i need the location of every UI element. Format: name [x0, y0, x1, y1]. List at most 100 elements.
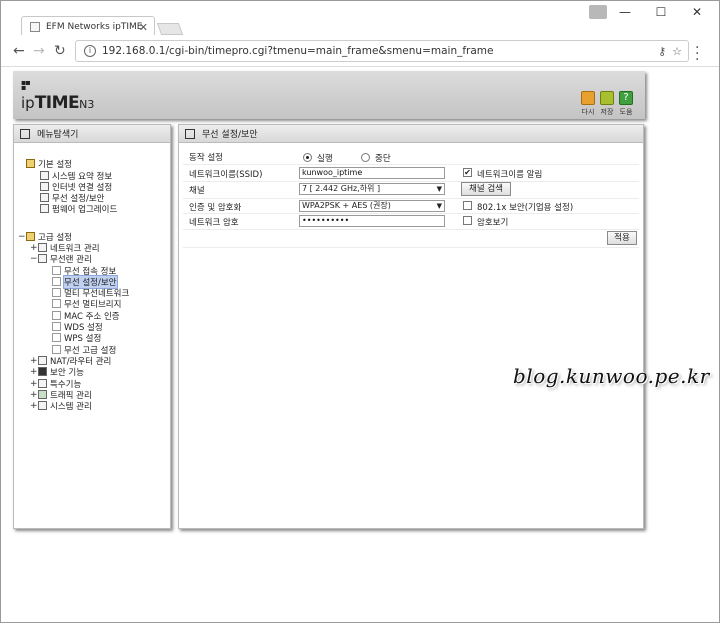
auth-select[interactable]: WPA2PSK + AES (권장) ▼ — [299, 200, 445, 212]
back-arrow-icon[interactable]: ← — [13, 43, 25, 59]
tree-item-system-summary[interactable]: 시스템 요약 정보 — [40, 170, 112, 182]
tree-network-management[interactable]: + 네트워크 관리 — [30, 242, 100, 254]
password-input[interactable]: •••••••••• — [299, 215, 445, 227]
page-icon — [52, 333, 61, 342]
logo-dots-icon: ▪▪ ▪ — [21, 78, 31, 92]
lock-icon — [38, 367, 47, 376]
page-icon — [52, 277, 61, 286]
save-icon[interactable] — [600, 91, 614, 105]
auth-select-value: WPA2PSK + AES (권장) — [302, 201, 391, 210]
menu-explorer-panel: 메뉴탐색기 기본 설정 시스템 요약 정보 인터넷 연결 설정 무선 설정/보안… — [13, 124, 171, 529]
browser-titlebar: EFM Networks ipTIME N ✕ — ☐ ✕ — [1, 1, 719, 36]
dropdown-arrow-icon: ▼ — [436, 185, 442, 193]
tree-item-wireless-basic[interactable]: 무선 설정/보안 — [40, 192, 105, 204]
wireless-settings-panel: 무선 설정/보안 동작 설정 실행 중단 네트워크이름(SSID) kunwoo… — [178, 124, 644, 529]
menu-kebab-icon[interactable]: · · · — [695, 41, 699, 67]
minimize-button[interactable]: — — [615, 5, 635, 19]
apply-button[interactable]: 적용 — [607, 231, 637, 245]
gear-folder-icon — [26, 159, 35, 168]
favicon-icon — [30, 21, 40, 32]
tree-item-firmware[interactable]: 펌웨어 업그레이드 — [40, 203, 117, 215]
operation-label: 동작 설정 — [189, 153, 223, 163]
tree-item-mac-auth[interactable]: MAC 주소 인증 — [52, 310, 120, 322]
browser-tab[interactable]: EFM Networks ipTIME N ✕ — [21, 16, 155, 36]
tree-item-wireless-security[interactable]: 무선 설정/보안 — [52, 274, 118, 289]
menu-explorer-header: 메뉴탐색기 — [14, 125, 170, 143]
reload-icon[interactable]: ↻ — [54, 43, 66, 59]
router-header: ▪▪ ▪ ipTIMEN3 다시 저장 ? 도움 — [13, 71, 645, 119]
wireless-icon — [40, 193, 49, 202]
tree-item-wds[interactable]: WDS 설정 — [52, 321, 103, 333]
tree-security[interactable]: + 보안 기능 — [30, 366, 84, 378]
ssid-broadcast-label: 네트워크이름 알림 — [477, 170, 543, 180]
tree-item-internet[interactable]: 인터넷 연결 설정 — [40, 181, 112, 193]
url-text[interactable]: 192.168.0.1/cgi-bin/timepro.cgi?tmenu=ma… — [102, 45, 658, 57]
page-title: 무선 설정/보안 — [202, 130, 258, 140]
menu-explorer-title: 메뉴탐색기 — [37, 130, 79, 140]
operation-run-radio[interactable] — [303, 153, 312, 162]
dot1x-checkbox[interactable] — [463, 201, 472, 210]
maximize-button[interactable]: ☐ — [651, 5, 671, 19]
channel-label: 채널 — [189, 186, 205, 196]
page-icon — [52, 345, 61, 354]
info-icon[interactable]: i — [84, 45, 96, 57]
traffic-chart-icon — [38, 390, 47, 399]
tree-item-wireless-info[interactable]: 무선 접속 정보 — [52, 265, 116, 277]
channel-select-value: 7 [ 2.442 GHz,하위 ] — [302, 184, 381, 193]
special-icon — [38, 379, 47, 388]
tree-item-wps[interactable]: WPS 설정 — [52, 332, 101, 344]
close-window-button[interactable]: ✕ — [687, 5, 707, 19]
ssid-input[interactable]: kunwoo_iptime — [299, 167, 445, 179]
save-label: 저장 — [600, 108, 614, 116]
search-icon — [20, 128, 30, 139]
network-management-icon — [38, 243, 47, 252]
tree-basic-settings[interactable]: 기본 설정 — [26, 158, 72, 170]
channel-search-button[interactable]: 채널 검색 — [461, 182, 511, 196]
refresh-label: 다시 — [581, 108, 595, 116]
page-content: ▪▪ ▪ ipTIMEN3 다시 저장 ? 도움 메뉴탐색기 기본 설정 시스템 … — [1, 68, 719, 622]
address-bar[interactable]: i 192.168.0.1/cgi-bin/timepro.cgi?tmenu=… — [75, 40, 689, 62]
router-icon — [38, 356, 47, 365]
iptime-logo: ipTIMEN3 — [21, 93, 95, 113]
tree-system[interactable]: + 시스템 관리 — [30, 400, 92, 412]
help-label: 도움 — [619, 108, 633, 116]
wireless-icon — [38, 254, 47, 263]
dot1x-label: 802.1x 보안(기업용 설정) — [477, 203, 574, 213]
page-icon — [52, 266, 61, 275]
tree-traffic[interactable]: + 트래픽 관리 — [30, 389, 92, 401]
tab-close-icon[interactable]: ✕ — [139, 21, 148, 34]
page-icon — [52, 322, 61, 331]
tree-advanced-settings[interactable]: − 고급 설정 — [18, 231, 72, 243]
star-icon[interactable]: ☆ — [672, 45, 682, 58]
forward-arrow-icon[interactable]: → — [33, 43, 45, 59]
tree-special[interactable]: + 특수기능 — [30, 378, 81, 390]
row-divider — [183, 198, 639, 199]
new-tab-button[interactable] — [156, 23, 184, 35]
help-icon[interactable]: ? — [619, 91, 633, 105]
profile-icon[interactable] — [589, 5, 607, 19]
page-icon — [52, 311, 61, 320]
operation-stop-radio[interactable] — [361, 153, 370, 162]
network-icon — [40, 182, 49, 191]
key-icon[interactable]: ⚷ — [658, 45, 666, 58]
tab-title: EFM Networks ipTIME N — [46, 21, 142, 32]
row-divider — [183, 247, 639, 248]
blog-watermark: blog.kunwoo.pe.kr — [513, 364, 710, 388]
operation-run-label: 실행 — [317, 154, 333, 164]
row-divider — [183, 181, 639, 182]
chart-icon — [40, 171, 49, 180]
tree-nat-router[interactable]: + NAT/라우터 관리 — [30, 355, 111, 367]
show-password-checkbox[interactable] — [463, 216, 472, 225]
tree-item-wireless-advanced[interactable]: 무선 고급 설정 — [52, 344, 116, 356]
row-divider — [183, 229, 639, 230]
ssid-broadcast-checkbox[interactable]: ✔ — [463, 168, 472, 177]
gear-folder-icon — [26, 232, 35, 241]
upgrade-icon — [40, 204, 49, 213]
row-divider — [183, 164, 639, 165]
auth-label: 인증 및 암호화 — [189, 203, 242, 213]
tree-item-multibridge[interactable]: 무선 멀티브리지 — [52, 298, 121, 310]
tree-item-multi-ssid[interactable]: 멀티 무선네트워크 — [52, 287, 129, 299]
tree-wireless-management[interactable]: − 무선랜 관리 — [30, 253, 92, 265]
channel-select[interactable]: 7 [ 2.442 GHz,하위 ] ▼ — [299, 183, 445, 195]
refresh-icon[interactable] — [581, 91, 595, 105]
